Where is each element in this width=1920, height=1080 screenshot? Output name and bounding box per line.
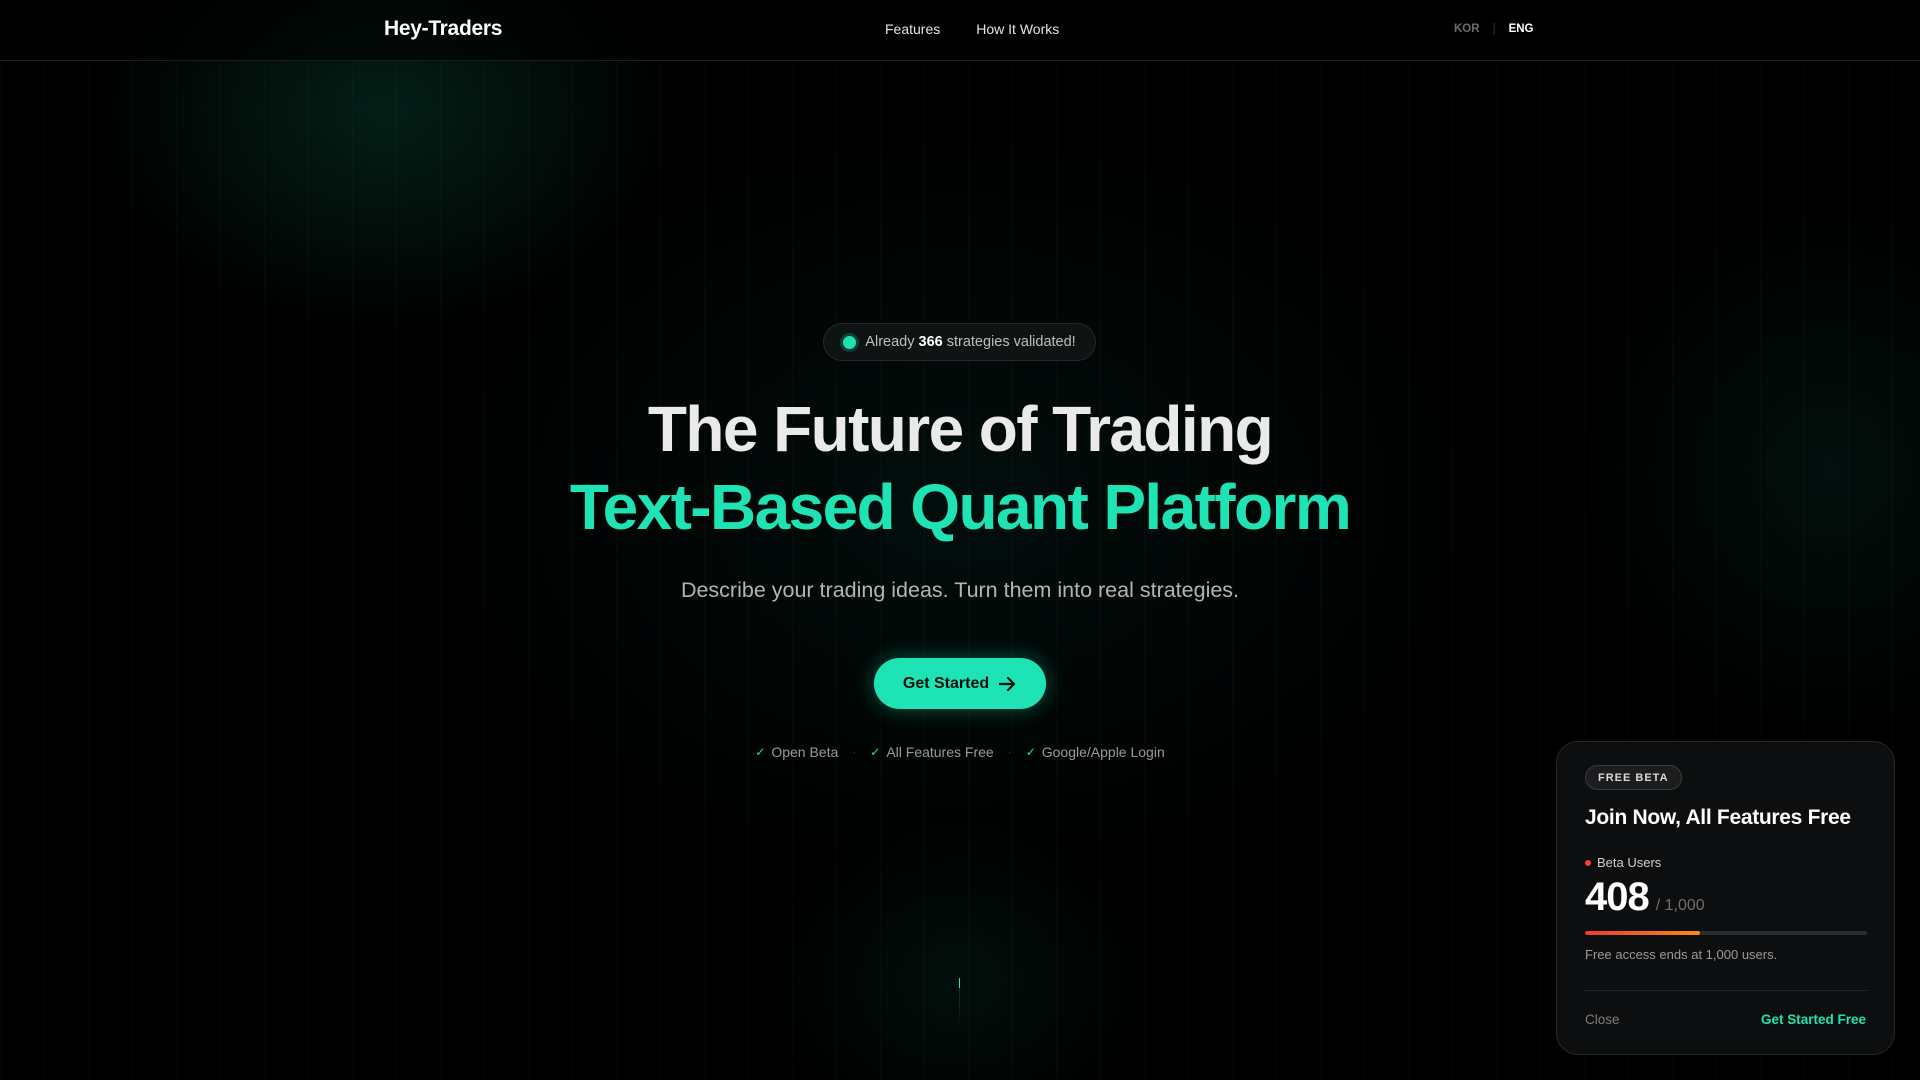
status-dot-icon bbox=[843, 335, 857, 349]
get-started-free-button[interactable]: Get Started Free bbox=[1761, 1012, 1866, 1027]
card-divider bbox=[1585, 990, 1867, 991]
arrow-right-icon bbox=[999, 676, 1017, 692]
beta-progress-bar bbox=[1585, 931, 1867, 935]
check-item: ✓ Google/Apple Login bbox=[1026, 744, 1165, 760]
get-started-label: Get Started bbox=[902, 674, 990, 692]
check-separator: · bbox=[852, 745, 857, 759]
check-label: Google/Apple Login bbox=[1041, 744, 1165, 760]
beta-users-text: Beta Users bbox=[1597, 855, 1662, 870]
free-access-notice: Free access ends at 1,000 users. bbox=[1585, 947, 1778, 962]
check-icon: ✓ bbox=[755, 745, 766, 759]
users-total: / 1,000 bbox=[1655, 897, 1705, 914]
scroll-indicator bbox=[959, 978, 960, 1028]
check-icon: ✓ bbox=[1025, 745, 1036, 759]
top-navigation: Hey-Traders Features How It Works KOR | … bbox=[0, 0, 1920, 61]
check-separator: · bbox=[1007, 745, 1012, 759]
nav-link-features[interactable]: Features bbox=[885, 21, 940, 37]
pill-text: Already 366 strategies validated! bbox=[865, 334, 1075, 350]
beta-progress-fill bbox=[1585, 931, 1701, 935]
check-label: Open Beta bbox=[771, 744, 839, 760]
lang-eng-button[interactable]: ENG bbox=[1509, 23, 1534, 35]
nav-links: Features How It Works bbox=[885, 21, 1059, 37]
check-item: ✓ Open Beta bbox=[755, 744, 838, 760]
language-switcher: KOR | ENG bbox=[1454, 23, 1533, 35]
beta-users-label: Beta Users bbox=[1585, 855, 1661, 870]
check-label: All Features Free bbox=[886, 744, 994, 760]
pill-suffix: strategies validated! bbox=[946, 334, 1076, 350]
live-dot-icon bbox=[1585, 859, 1591, 866]
beta-signup-card: FREE BETA Join Now, All Features Free Be… bbox=[1556, 741, 1895, 1055]
hero-title: The Future of Trading bbox=[647, 393, 1274, 465]
get-started-button[interactable]: Get Started bbox=[874, 658, 1046, 709]
pill-prefix: Already bbox=[865, 334, 915, 350]
lang-separator: | bbox=[1492, 23, 1496, 35]
validated-strategies-pill: Already 366 strategies validated! bbox=[823, 323, 1096, 361]
logo[interactable]: Hey-Traders bbox=[384, 17, 502, 41]
check-item: ✓ All Features Free bbox=[870, 744, 993, 760]
check-icon: ✓ bbox=[870, 745, 881, 759]
landing-page: Hey-Traders Features How It Works KOR | … bbox=[0, 0, 1920, 1080]
lang-kor-button[interactable]: KOR bbox=[1454, 23, 1480, 35]
hero-subtitle: Describe your trading ideas. Turn them i… bbox=[680, 578, 1240, 602]
close-button[interactable]: Close bbox=[1585, 1012, 1620, 1027]
beta-users-count: 408 / 1,000 bbox=[1585, 875, 1705, 920]
nav-link-how-it-works[interactable]: How It Works bbox=[976, 21, 1059, 37]
card-title: Join Now, All Features Free bbox=[1585, 806, 1851, 829]
pill-count: 366 bbox=[918, 334, 943, 350]
users-count: 408 bbox=[1585, 875, 1650, 919]
free-beta-badge: FREE BETA bbox=[1585, 765, 1682, 790]
hero-title-accent: Text-Based Quant Platform bbox=[569, 471, 1352, 543]
